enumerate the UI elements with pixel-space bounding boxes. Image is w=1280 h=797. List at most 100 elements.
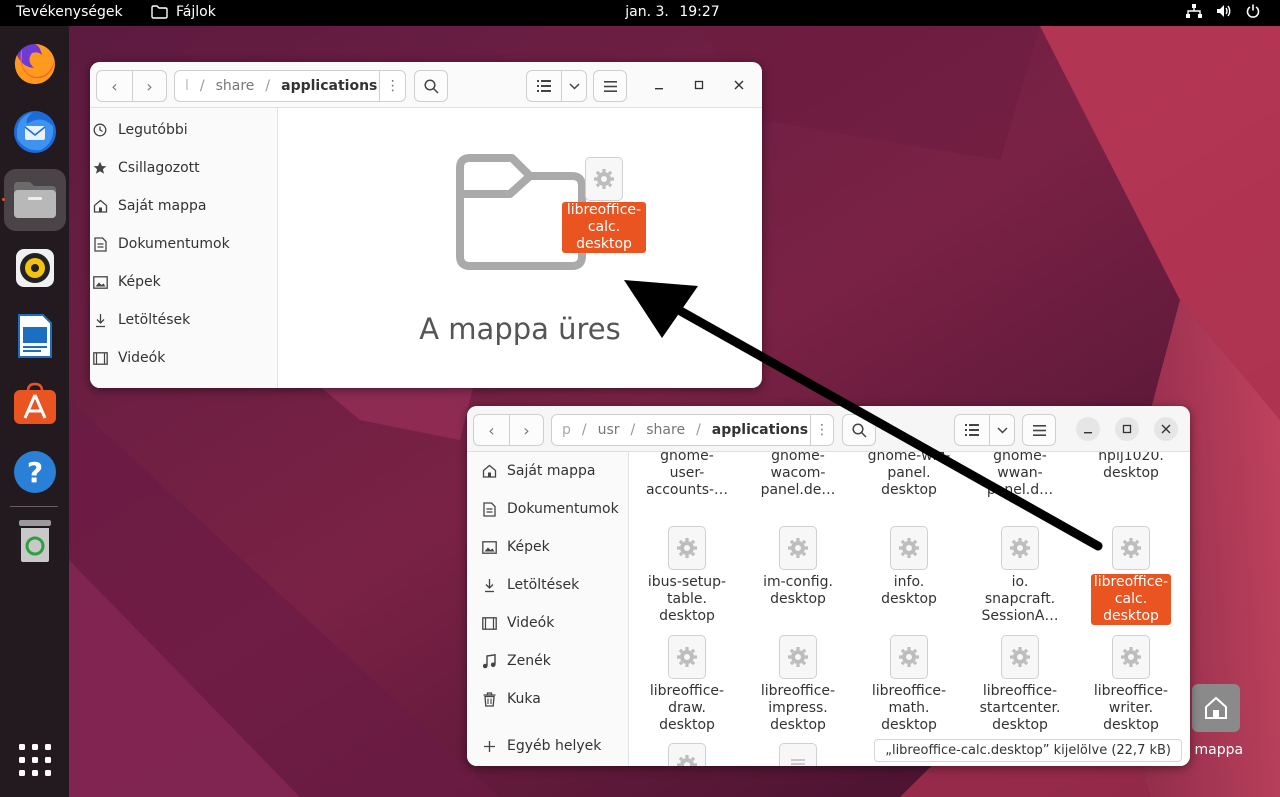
forward-button[interactable]: › — [509, 415, 543, 445]
back-button[interactable]: ‹ — [97, 71, 132, 101]
clock-date: jan. 3. — [625, 4, 669, 20]
sidebar-item-label: Csillagozott — [118, 160, 200, 176]
clock[interactable]: jan. 3. 19:27 — [0, 4, 1280, 20]
file-item[interactable]: hplj1020. desktop — [1081, 452, 1181, 482]
sidebar-item-home[interactable]: Saját mappa — [90, 188, 277, 224]
path-truncated[interactable]: p — [560, 422, 573, 438]
sidebar-item-downloads[interactable]: Letöltések — [90, 302, 277, 338]
gear-icon — [585, 157, 623, 201]
list-view-button[interactable] — [527, 71, 561, 101]
file-item[interactable] — [748, 743, 848, 766]
file-item[interactable]: libreoffice-math. desktop — [859, 635, 959, 734]
sidebar-item-starred[interactable]: Csillagozott — [90, 150, 277, 186]
back-button[interactable]: ‹ — [474, 415, 509, 445]
path-crumb-share[interactable]: share — [214, 78, 257, 94]
sidebar-item-recent[interactable]: Legutóbbi — [90, 112, 277, 148]
view-toggle — [954, 414, 1015, 446]
document-icon — [90, 236, 110, 252]
home-icon — [479, 464, 499, 478]
file-item[interactable]: gnome-wwan-panel.d… — [970, 452, 1070, 499]
file-item[interactable]: gnome-wifi-panel. desktop — [859, 452, 959, 499]
video-icon — [90, 351, 110, 365]
path-menu-button[interactable]: ⋮ — [379, 71, 405, 101]
sidebar-item-pictures[interactable]: Képek — [479, 529, 628, 565]
maximize-button[interactable] — [687, 73, 711, 97]
file-item[interactable] — [637, 743, 737, 766]
sidebar-item-downloads[interactable]: Letöltések — [479, 567, 628, 603]
dock-show-apps[interactable] — [4, 729, 66, 791]
sidebar-item-home[interactable]: Saját mappa — [479, 453, 628, 489]
file-item[interactable]: gnome-wacom-panel.de… — [748, 452, 848, 499]
file-item-label: libreoffice-calc. desktop — [1090, 574, 1172, 625]
dock-trash[interactable] — [4, 510, 66, 572]
file-item[interactable]: io. snapcraft. SessionA… — [970, 526, 1070, 625]
sidebar-item-videos[interactable]: Videók — [90, 340, 277, 376]
gear-icon — [668, 526, 706, 570]
path-bar[interactable]: l / share / applications ⋮ — [174, 70, 406, 102]
download-icon — [90, 313, 110, 328]
file-item[interactable]: gnome-user-accounts-… — [637, 452, 737, 499]
minimize-button[interactable] — [647, 73, 671, 97]
close-button[interactable] — [727, 73, 751, 97]
path-crumb-current[interactable]: applications — [710, 422, 810, 438]
dock-app-center[interactable] — [4, 373, 66, 435]
sidebar-item-pictures[interactable]: Képek — [90, 264, 277, 300]
dock-files[interactable] — [4, 169, 66, 231]
file-icon-view[interactable]: gnome-user-accounts-… gnome-wacom-panel.d… — [629, 452, 1190, 766]
list-view-button[interactable] — [955, 415, 989, 445]
path-menu-button[interactable]: ⋮ — [810, 415, 833, 445]
minimize-icon — [655, 88, 663, 90]
sidebar-item-label: Dokumentumok — [118, 236, 230, 252]
sidebar-item-label: Letöltések — [507, 577, 580, 593]
maximize-button[interactable] — [1115, 417, 1139, 441]
file-item-label: libreoffice-startcenter. desktop — [979, 683, 1061, 733]
dock-rhythmbox[interactable] — [4, 237, 66, 299]
dock-thunderbird[interactable] — [4, 101, 66, 163]
file-item[interactable]: libreoffice-draw. desktop — [637, 635, 737, 734]
path-bar[interactable]: p / usr / share / applications ⋮ — [551, 414, 834, 446]
file-item[interactable]: im-config. desktop — [748, 526, 848, 608]
sidebar-item-label: Legutóbbi — [118, 122, 188, 138]
files-window-applications[interactable]: ‹ › p / usr / share / applications ⋮ Saj… — [467, 406, 1190, 766]
path-truncated[interactable]: l — [183, 78, 191, 94]
dock-firefox[interactable] — [4, 33, 66, 95]
forward-button[interactable]: › — [132, 71, 166, 101]
sidebar-item-trash[interactable]: Kuka — [479, 681, 628, 717]
power-icon — [1246, 4, 1260, 18]
gear-icon — [779, 526, 817, 570]
path-crumb-current[interactable]: applications — [279, 78, 379, 94]
file-item[interactable]: libreoffice-calc. desktop — [1081, 526, 1181, 625]
path-crumb-usr[interactable]: usr — [596, 422, 622, 438]
dock-libreoffice-writer[interactable] — [4, 305, 66, 367]
sidebar-item-label: Képek — [118, 274, 161, 290]
sidebar-item-other-locations[interactable]: Egyéb helyek — [479, 728, 628, 764]
path-crumb-share[interactable]: share — [644, 422, 687, 438]
header-bar: ‹ › p / usr / share / applications ⋮ — [467, 406, 1190, 452]
files-window-empty[interactable]: ‹ › l / share / applications ⋮ Legutóbbi… — [90, 62, 762, 388]
file-item[interactable]: libreoffice-impress. desktop — [748, 635, 848, 734]
system-tray[interactable] — [1186, 4, 1260, 18]
main-menu-button[interactable] — [593, 70, 627, 102]
dock-help[interactable]: ? — [4, 441, 66, 503]
file-item[interactable]: libreoffice-startcenter. desktop — [970, 635, 1070, 734]
file-item[interactable]: ibus-setup-table. desktop — [637, 526, 737, 625]
search-button[interactable] — [842, 414, 876, 446]
sidebar-item-label: Dokumentumok — [507, 501, 619, 517]
search-button[interactable] — [414, 70, 448, 102]
sidebar-item-documents[interactable]: Dokumentumok — [479, 491, 628, 527]
close-button[interactable] — [1154, 417, 1178, 441]
file-item[interactable]: info. desktop — [859, 526, 959, 608]
file-item[interactable]: libreoffice-writer. desktop — [1081, 635, 1181, 734]
sidebar-item-label: Videók — [118, 350, 166, 366]
view-options-button[interactable] — [989, 415, 1014, 445]
main-menu-button[interactable] — [1022, 414, 1056, 446]
minimize-button[interactable] — [1076, 417, 1100, 441]
sidebar-item-videos[interactable]: Videók — [479, 605, 628, 641]
sidebar-item-music[interactable]: Zenék — [479, 643, 628, 679]
view-options-button[interactable] — [561, 71, 586, 101]
empty-folder-message: A mappa üres — [419, 312, 621, 346]
drag-ghost: libreoffice- calc. desktop — [562, 157, 646, 253]
gear-icon — [1112, 635, 1150, 679]
desktop-home-folder[interactable]: át mappa — [1176, 684, 1280, 758]
sidebar-item-documents[interactable]: Dokumentumok — [90, 226, 277, 262]
